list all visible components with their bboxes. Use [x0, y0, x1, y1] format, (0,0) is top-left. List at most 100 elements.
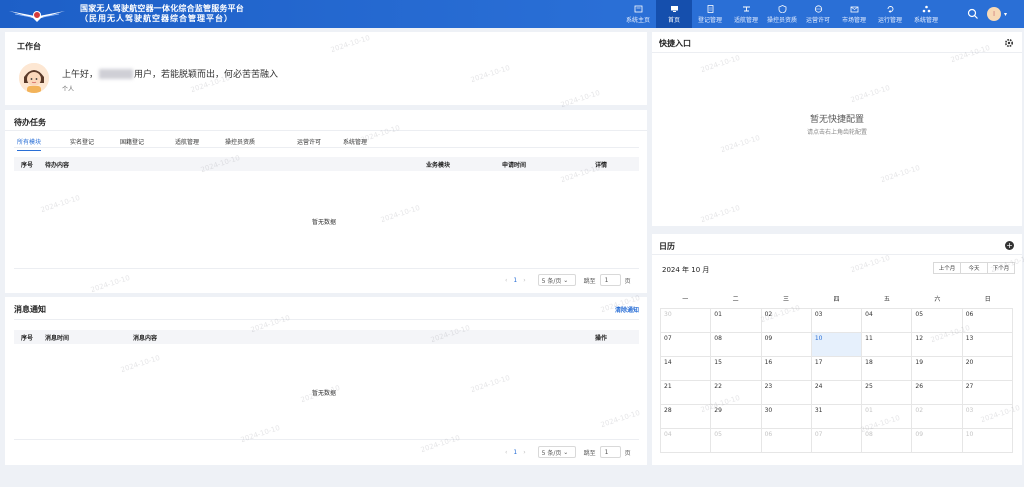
calendar-grid: 30 01 02 03 04 05 06 07 08 09 10 11 12 13 14 15 16 17 18 19…	[660, 308, 1013, 453]
calendar-day[interactable]: 04	[661, 429, 712, 453]
calendar-day[interactable]: 16	[761, 357, 812, 381]
calendar-day[interactable]: 01	[711, 309, 762, 333]
divider	[652, 254, 1022, 255]
todo-empty-text: 暂无数据	[312, 219, 337, 226]
calendar-day[interactable]: 14	[661, 357, 712, 381]
calendar-day[interactable]: 06	[761, 429, 812, 453]
cluster-icon	[922, 5, 930, 12]
page-size-select[interactable]: 5 条/页 ⌄	[537, 446, 576, 458]
calendar-day[interactable]: 03	[811, 309, 863, 333]
calendar-day[interactable]: 07	[811, 429, 863, 453]
today-button[interactable]: 今天	[960, 262, 988, 274]
calendar-day[interactable]: 20	[962, 357, 1013, 381]
calendar-day[interactable]: 19	[912, 357, 963, 381]
nav-item-4[interactable]: 操控员资质	[764, 0, 800, 28]
todo-tab-0[interactable]: 所有模块	[17, 137, 42, 151]
jump-input[interactable]: 1	[599, 274, 621, 286]
greeting-suffix: 用户，若能脱颖而出，何必苦苦融入	[134, 70, 279, 80]
chevron-down-icon[interactable]: ▾	[1004, 9, 1014, 19]
todo-tab-1[interactable]: 实名登记	[70, 137, 94, 150]
top-header: 国家无人驾驶航空器一体化综合监管服务平台 （民用无人驾驶航空器综合管理平台） 系…	[0, 0, 1024, 28]
page-number[interactable]: 1	[513, 449, 517, 456]
todo-tab-2[interactable]: 国籍登记	[120, 137, 144, 150]
prev-page-icon[interactable]: ‹	[505, 277, 507, 284]
next-month-button[interactable]: 下个月	[987, 262, 1015, 274]
quick-entry-panel: 快捷入口 暂无快捷配置 请点击右上角齿轮配置	[652, 32, 1022, 226]
calendar-day[interactable]: 12	[912, 333, 963, 357]
page-number[interactable]: 1	[513, 277, 517, 284]
calendar-day[interactable]: 05	[711, 429, 762, 453]
calendar-day[interactable]: 09	[761, 333, 812, 357]
calendar-day[interactable]: 25	[862, 381, 913, 405]
nav-item-8[interactable]: 系统管理	[908, 0, 944, 28]
calendar-day[interactable]: 06	[962, 309, 1013, 333]
prev-page-icon[interactable]: ‹	[505, 449, 507, 456]
page-unit: 页	[624, 449, 631, 457]
calendar-day[interactable]: 24	[811, 381, 863, 405]
calendar-day[interactable]: 10	[962, 429, 1013, 453]
calendar-day[interactable]: 03	[962, 405, 1013, 429]
cycle-icon	[887, 5, 893, 13]
nav-item-5[interactable]: 运营许可	[800, 0, 836, 28]
calendar-day[interactable]: 13	[962, 333, 1013, 357]
calendar-weekdays: 一二三四五六日	[660, 294, 1013, 303]
calendar-day[interactable]: 29	[711, 405, 762, 429]
main-nav: 系统主页 首页 登记管理 适航管理 操控员资质 运营许可 市场管理 运行管理 系统管理	[620, 0, 944, 28]
divider	[14, 147, 639, 148]
calendar-day[interactable]: 02	[912, 405, 963, 429]
todo-tab-3[interactable]: 适航管理	[175, 137, 199, 150]
quick-entry-title: 快捷入口	[659, 39, 691, 48]
nav-item-2[interactable]: 登记管理	[692, 0, 728, 28]
next-page-icon[interactable]: ›	[523, 277, 525, 284]
platform-title: 国家无人驾驶航空器一体化综合监管服务平台 （民用无人驾驶航空器综合管理平台）	[80, 4, 244, 24]
calendar-day[interactable]: 04	[862, 309, 913, 333]
calendar-day[interactable]: 18	[862, 357, 913, 381]
gear-icon[interactable]	[1004, 38, 1014, 48]
clear-notice-link[interactable]: 清除通知	[615, 305, 639, 314]
todo-panel: 待办任务 所有模块 实名登记 国籍登记 适航管理 操控员资质 运营许可 系统管理 序号 待办…	[5, 110, 647, 293]
calendar-day[interactable]: 02	[761, 309, 812, 333]
calendar-day[interactable]: 30	[761, 405, 812, 429]
nav-item-1[interactable]: 首页	[656, 0, 692, 28]
jump-input[interactable]: 1	[599, 446, 621, 458]
calendar-day[interactable]: 08	[711, 333, 762, 357]
search-icon[interactable]	[967, 8, 979, 20]
col-time: 消息时间	[45, 335, 70, 342]
next-page-icon[interactable]: ›	[523, 449, 525, 456]
todo-title: 待办任务	[14, 118, 46, 127]
calendar-day[interactable]: 11	[862, 333, 913, 357]
calendar-day[interactable]: 08	[862, 429, 913, 453]
user-avatar[interactable]: I	[987, 7, 1001, 21]
divider	[14, 439, 639, 440]
calendar-day[interactable]: 17	[811, 357, 863, 381]
workbench-title: 工作台	[17, 42, 41, 51]
page-size-select[interactable]: 5 条/页 ⌄	[537, 274, 576, 286]
calendar-day[interactable]: 09	[912, 429, 963, 453]
calendar-day-today[interactable]: 10	[811, 333, 863, 357]
add-event-icon[interactable]: +	[1005, 241, 1014, 250]
nav-item-label: 适航管理	[733, 16, 758, 24]
calendar-day[interactable]: 05	[912, 309, 963, 333]
prev-month-button[interactable]: 上个月	[933, 262, 961, 274]
calendar-day[interactable]: 30	[661, 309, 712, 333]
calendar-day[interactable]: 01	[862, 405, 913, 429]
calendar-day[interactable]: 22	[711, 381, 762, 405]
nav-item-3[interactable]: 适航管理	[728, 0, 764, 28]
calendar-day[interactable]: 26	[912, 381, 963, 405]
calendar-day[interactable]: 28	[661, 405, 712, 429]
calendar-day[interactable]: 15	[711, 357, 762, 381]
calendar-day[interactable]: 23	[761, 381, 812, 405]
calendar-day[interactable]: 07	[661, 333, 712, 357]
todo-pagination: ‹ 1 › 5 条/页 ⌄ 跳至 1 页	[499, 274, 631, 286]
calendar-day[interactable]: 31	[811, 405, 863, 429]
nav-item-0[interactable]: 系统主页	[620, 0, 656, 28]
todo-tab-6[interactable]: 系统管理	[343, 137, 367, 150]
todo-tab-5[interactable]: 运营许可	[297, 137, 321, 150]
col-index: 序号	[21, 335, 34, 342]
col-content: 消息内容	[133, 335, 158, 342]
calendar-day[interactable]: 21	[661, 381, 712, 405]
nav-item-6[interactable]: 市场管理	[836, 0, 872, 28]
nav-item-7[interactable]: 运行管理	[872, 0, 908, 28]
todo-tab-4[interactable]: 操控员资质	[225, 137, 255, 150]
calendar-day[interactable]: 27	[962, 381, 1013, 405]
